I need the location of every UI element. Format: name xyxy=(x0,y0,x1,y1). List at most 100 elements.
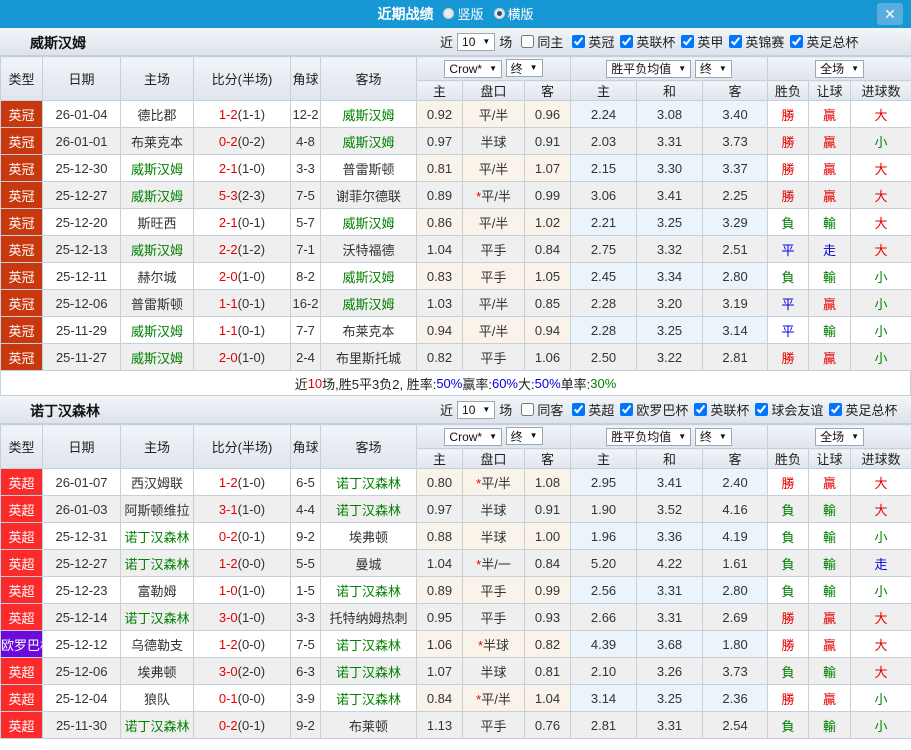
league-filter-checkbox[interactable] xyxy=(620,35,634,48)
radio-icon xyxy=(443,8,455,19)
match-score: 5-3(2-3) xyxy=(193,181,291,209)
away-team: 托特纳姆热刺 xyxy=(320,603,417,631)
home-team: 诺丁汉森林 xyxy=(120,549,194,577)
match-row: 欧罗巴杯25-12-12乌德勒支1-2(0-0)7-5诺丁汉森林1.06*半球0… xyxy=(0,630,911,658)
result-goals: 小 xyxy=(850,711,911,739)
result-handicap: 贏 xyxy=(808,468,852,496)
home-team: 威斯汉姆 xyxy=(120,316,194,344)
avg-lose: 2.25 xyxy=(702,181,769,209)
summary-row: 近 10 场,胜5平3负2, 胜率: 50% 赢率: 60% 大: 50% 单率: 30% xyxy=(0,371,911,396)
league-filter-checkbox[interactable] xyxy=(790,35,804,48)
match-score: 1-1(0-1) xyxy=(193,316,291,344)
match-type-badge: 英冠 xyxy=(0,316,43,344)
scope-select[interactable]: 全场 ▼ xyxy=(815,427,865,446)
chevron-down-icon: ▼ xyxy=(678,431,687,441)
odds-away: 1.07 xyxy=(523,154,572,182)
layout-mode-label: 横版 xyxy=(507,7,534,22)
match-count-select[interactable]: 10 ▼ xyxy=(457,32,496,51)
league-filter-checkbox[interactable] xyxy=(572,403,586,416)
same-venue-filter: 同主 xyxy=(516,32,563,51)
result-handicap: 輸 xyxy=(808,208,852,236)
odds-away: 1.08 xyxy=(523,468,572,496)
avg-type-select[interactable]: 胜平负均值 ▼ xyxy=(606,427,692,446)
league-filter: 英超 xyxy=(567,400,614,419)
league-filter-checkbox[interactable] xyxy=(694,403,708,416)
odds-home: 1.13 xyxy=(416,711,463,739)
match-type-badge: 英超 xyxy=(0,549,43,577)
odds-home: 0.97 xyxy=(416,495,463,523)
match-type-badge: 英超 xyxy=(0,657,43,685)
layout-mode-option[interactable]: 横版 xyxy=(493,4,534,23)
match-score: 0-1(0-0) xyxy=(193,684,291,712)
odds-stage-select[interactable]: 终 ▼ xyxy=(505,427,543,446)
layout-mode-label: 竖版 xyxy=(457,7,484,22)
match-type-badge: 英超 xyxy=(0,495,43,523)
col-home: 主场 xyxy=(120,424,194,469)
league-filter: 球会友谊 xyxy=(750,400,823,419)
result-win-lose: 負 xyxy=(767,576,810,604)
result-goals: 小 xyxy=(850,316,911,344)
match-row: 英冠 25-12-20 斯旺西 2-1(0-1) 5-7 威斯汉姆 0.86 平/半 1.02 2… xyxy=(0,208,911,236)
scope-select[interactable]: 全场 ▼ xyxy=(815,59,865,78)
avg-lose: 2.51 xyxy=(702,235,769,263)
scope-dropdown-cell: 全场 ▼ xyxy=(767,424,911,449)
home-team: 富勒姆 xyxy=(120,576,194,604)
odds-stage-select[interactable]: 终 ▼ xyxy=(505,59,543,78)
league-filter-checkbox[interactable] xyxy=(729,35,743,48)
match-row: 英超 26-01-03 阿斯顿维拉 3-1(1-0) 4-4 诺丁汉森林 0.97 半球 0.9… xyxy=(0,495,911,523)
odds-away: 1.06 xyxy=(523,343,572,371)
league-filter-checkbox[interactable] xyxy=(620,403,634,416)
close-button[interactable]: ✕ xyxy=(877,3,903,25)
away-team: 威斯汉姆 xyxy=(320,289,417,317)
league-filter-checkbox[interactable] xyxy=(829,403,843,416)
odds-company-select[interactable]: Crow* ▼ xyxy=(444,427,503,446)
result-win-lose: 負 xyxy=(767,657,810,685)
odds-home: 1.03 xyxy=(416,289,463,317)
odds-away: 0.82 xyxy=(523,630,572,658)
match-score: 3-0(2-0) xyxy=(193,657,291,685)
result-handicap: 贏 xyxy=(808,289,852,317)
match-count-select[interactable]: 10 ▼ xyxy=(457,400,496,419)
avg-type-select[interactable]: 胜平负均值 ▼ xyxy=(606,59,692,78)
match-score: 1-1(0-1) xyxy=(193,289,291,317)
away-team: 沃特福德 xyxy=(320,235,417,263)
league-filter-checkbox[interactable] xyxy=(755,403,769,416)
odds-handicap: 平手 xyxy=(462,576,525,604)
match-date: 25-12-20 xyxy=(42,208,121,236)
col-type: 类型 xyxy=(0,424,43,469)
avg-stage-select[interactable]: 终 ▼ xyxy=(694,59,732,78)
odds-handicap: 平手 xyxy=(462,603,525,631)
odds-home: 1.04 xyxy=(416,235,463,263)
result-handicap: 輸 xyxy=(808,262,852,290)
away-team: 威斯汉姆 xyxy=(320,127,417,155)
layout-mode-option[interactable]: 竖版 xyxy=(443,4,484,23)
odds-home: 0.81 xyxy=(416,154,463,182)
league-filter-checkbox[interactable] xyxy=(681,35,695,48)
same-venue-checkbox[interactable] xyxy=(521,403,535,416)
odds-dropdown-cell: Crow* ▼ 终 ▼ xyxy=(415,424,572,449)
odds-handicap: 平手 xyxy=(462,235,525,263)
same-venue-checkbox[interactable] xyxy=(521,35,535,48)
avg-lose: 2.40 xyxy=(702,468,769,496)
match-score: 2-1(1-0) xyxy=(193,154,291,182)
match-date: 25-11-30 xyxy=(42,711,121,739)
league-filter-checkbox[interactable] xyxy=(572,35,586,48)
col-corner: 角球 xyxy=(290,56,321,101)
odds-dropdown-cell: Crow* ▼ 终 ▼ xyxy=(415,56,572,81)
odds-company-select[interactable]: Crow* ▼ xyxy=(444,59,503,78)
avg-win: 2.95 xyxy=(570,468,638,496)
away-team: 诺丁汉森林 xyxy=(320,576,417,604)
same-venue-filter: 同客 xyxy=(516,400,563,419)
result-handicap: 輸 xyxy=(808,711,852,739)
match-row: 英冠 26-01-04 德比郡 1-2(1-1) 12-2 威斯汉姆 0.92 平/半 0.96… xyxy=(0,100,911,128)
odds-handicap: 平/半 xyxy=(462,208,525,236)
match-date: 25-12-23 xyxy=(42,576,121,604)
match-score: 2-0(1-0) xyxy=(193,343,291,371)
result-win-lose: 勝 xyxy=(767,343,810,371)
away-team: 诺丁汉森林 xyxy=(320,684,417,712)
avg-stage-select[interactable]: 终 ▼ xyxy=(694,427,732,446)
away-team: 诺丁汉森林 xyxy=(320,468,417,496)
chevron-down-icon: ▼ xyxy=(482,404,491,414)
avg-lose: 2.54 xyxy=(702,711,769,739)
chevron-down-icon: ▼ xyxy=(529,63,538,73)
